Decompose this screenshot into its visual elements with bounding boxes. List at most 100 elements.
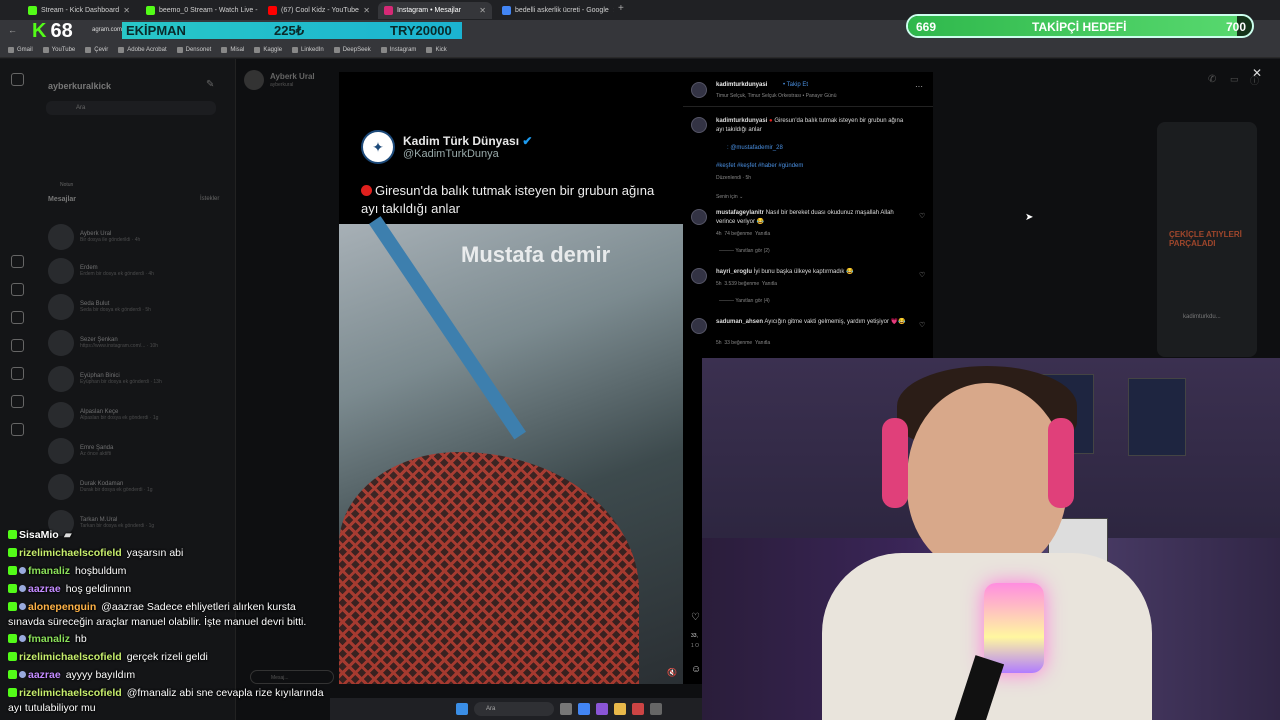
tweet-author-name: Kadim Türk Dünyası ✔ xyxy=(403,134,533,148)
view-replies[interactable]: ——— Yanıtları gör (2) xyxy=(719,248,770,254)
chat-message: alonepenguin @aazrae Sadece ehliyetleri a… xyxy=(8,601,307,628)
chrome-icon[interactable] xyxy=(578,703,590,715)
view-replies[interactable]: ——— Yanıtları gör (4) xyxy=(719,298,770,304)
close-icon[interactable]: ✕ xyxy=(363,6,370,15)
avatar[interactable] xyxy=(691,268,707,284)
comment-meta: 5h 33 beğenme Yanıtla xyxy=(716,340,771,346)
bookmark[interactable]: LinkedIn xyxy=(292,46,324,53)
emoji-icon[interactable]: ☺ xyxy=(691,664,701,675)
back-icon[interactable]: ← xyxy=(8,25,17,35)
avatar[interactable] xyxy=(691,209,707,225)
app-icon[interactable] xyxy=(650,703,662,715)
bookmark[interactable]: Misal xyxy=(221,46,244,53)
bookmark[interactable]: Kick xyxy=(426,46,447,53)
sort-dropdown[interactable]: Senin için ⌄ xyxy=(716,194,743,200)
browser-tab[interactable]: beemo_0 Stream - Watch Live -✕ xyxy=(140,2,258,19)
explore-icon[interactable] xyxy=(11,367,24,380)
search-icon[interactable] xyxy=(11,339,24,352)
heart-icon[interactable]: ♡ xyxy=(919,321,925,329)
create-icon[interactable] xyxy=(11,423,24,436)
seal-logo-icon: ✦ xyxy=(361,130,395,164)
caption-mention[interactable]: : @mustafademir_28 xyxy=(727,145,783,151)
bookmark[interactable]: Adobe Acrobat xyxy=(118,46,167,53)
new-tab-button[interactable]: + xyxy=(618,3,624,14)
kick-icon xyxy=(146,6,155,15)
video-watermark: Mustafa demir xyxy=(461,242,611,267)
close-icon[interactable]: ✕ xyxy=(613,6,614,15)
ekipman-label: EKİPMAN xyxy=(126,23,186,38)
like-icon[interactable]: ♡ xyxy=(691,612,700,623)
close-icon[interactable]: ✕ xyxy=(479,6,486,15)
list-item[interactable]: Alpaslan Keçe Alpaslan bir dosya ek gönde… xyxy=(48,400,228,430)
microphone xyxy=(984,583,1044,673)
bookmark[interactable]: YouTube xyxy=(42,46,75,53)
notes-label: Notun xyxy=(60,182,74,188)
avatar[interactable] xyxy=(691,318,707,334)
list-item[interactable]: Erdem Erdem bir dosya ek gönderdi · 4h xyxy=(48,256,228,286)
kick-badge-icon xyxy=(8,584,17,593)
bookmark[interactable]: Çevir xyxy=(85,46,108,53)
follow-button[interactable]: • Takip Et xyxy=(783,82,808,88)
sub-badge-icon xyxy=(19,585,26,592)
windows-start-icon[interactable] xyxy=(456,703,468,715)
post-date: 1 O xyxy=(691,643,700,649)
list-item[interactable]: Seda Bulut Seda bir dosya ek gönderdi · 5… xyxy=(48,292,228,322)
heart-icon[interactable]: ♡ xyxy=(919,212,925,220)
reel-preview-author: kadimturkdu... xyxy=(1183,314,1221,320)
app-icon[interactable] xyxy=(632,703,644,715)
reels-icon[interactable] xyxy=(11,283,24,296)
post-media[interactable]: ✦ Kadim Türk Dünyası ✔ @KadimTurkDunya G… xyxy=(339,72,683,684)
browser-tab-active[interactable]: Instagram • Mesajlar ✕ xyxy=(378,2,492,19)
kick-badge-icon xyxy=(8,634,17,643)
instagram-logo-icon[interactable] xyxy=(11,73,24,86)
browser-tab[interactable]: (67) Cool Kidz - YouTube ✕ xyxy=(262,2,376,19)
close-icon[interactable]: ✕ xyxy=(123,6,130,15)
kick-badge-icon xyxy=(8,530,17,539)
account-username[interactable]: ayberkuralkick xyxy=(48,81,111,91)
goal-label: TAKİPÇİ HEDEFİ xyxy=(1032,20,1127,34)
direct-icon[interactable] xyxy=(11,311,24,324)
heart-icon[interactable] xyxy=(11,395,24,408)
app-icon[interactable] xyxy=(596,703,608,715)
mute-icon[interactable]: 🔇 xyxy=(667,668,677,677)
bookmark[interactable]: Gmail xyxy=(8,46,33,53)
heart-icon[interactable]: ♡ xyxy=(919,271,925,279)
bookmark[interactable]: Kaggle xyxy=(254,46,282,53)
chat-message: aazrae ayyyy bayıldım xyxy=(8,668,328,683)
bookmark[interactable]: Densonet xyxy=(176,46,211,53)
bookmark[interactable]: DeepSeek xyxy=(333,46,371,53)
taskbar-search[interactable]: Ara xyxy=(474,702,554,716)
post-audio[interactable]: Timur Selçuk, Timur Selçuk Orkestrası • … xyxy=(716,93,837,99)
stream-chat-overlay: SisaMio ▰ rizelimichaelscofield yaşarsın a… xyxy=(0,526,330,720)
browser-tab[interactable]: bedelli askerlik ücreti - Google✕ xyxy=(496,2,614,19)
list-item[interactable]: Sezer Şenkan https://www.instagram.com/..… xyxy=(48,328,228,358)
caption-hashtags[interactable]: #keşfet #keşfet #haber #gündem xyxy=(716,163,803,169)
chat-header-name[interactable]: Ayberk Ural xyxy=(270,72,315,81)
folder-icon[interactable] xyxy=(614,703,626,715)
close-modal-icon[interactable]: ✕ xyxy=(1252,66,1262,80)
phone-icon[interactable]: ✆ xyxy=(1208,74,1216,85)
video-call-icon[interactable]: ▭ xyxy=(1230,74,1239,85)
avatar xyxy=(48,224,74,250)
list-item[interactable]: Ayberk Ural Bir dosya ile gönderildi · 4h xyxy=(48,222,228,252)
reel-preview[interactable]: ÇEKİÇLE ATIYLERİ PARÇALADI kadimturkdu..… xyxy=(1157,122,1257,357)
avatar[interactable] xyxy=(691,82,707,98)
google-icon xyxy=(502,6,511,15)
list-item[interactable]: Durak Kodaman Durak bir dosya ek gönderdi… xyxy=(48,472,228,502)
compose-icon[interactable]: ✎ xyxy=(206,79,214,90)
bookmark[interactable]: Instagram xyxy=(380,46,416,53)
bookmark-icon xyxy=(426,46,433,53)
list-item[interactable]: Emre Şanda Az önce aktifti xyxy=(48,436,228,466)
bookmark-icon xyxy=(85,46,92,53)
browser-tab[interactable]: Stream - Kick Dashboard ✕ xyxy=(22,2,134,19)
more-options-icon[interactable]: ··· xyxy=(915,82,923,91)
requests-link[interactable]: İstekler xyxy=(200,196,219,202)
list-item[interactable]: Eyüphan Binici Eyüphan bir dosya ek gönde… xyxy=(48,364,228,394)
avatar[interactable] xyxy=(691,117,707,133)
task-view-icon[interactable] xyxy=(560,703,572,715)
bookmarks-bar: Gmail YouTube Çevir Adobe Acrobat Denson… xyxy=(0,42,1280,58)
search-input[interactable]: Ara xyxy=(46,101,216,115)
home-icon[interactable] xyxy=(11,255,24,268)
tweet-header: ✦ Kadim Türk Dünyası ✔ @KadimTurkDunya xyxy=(361,130,532,164)
post-author[interactable]: kadimturkdunyasi xyxy=(716,82,767,88)
